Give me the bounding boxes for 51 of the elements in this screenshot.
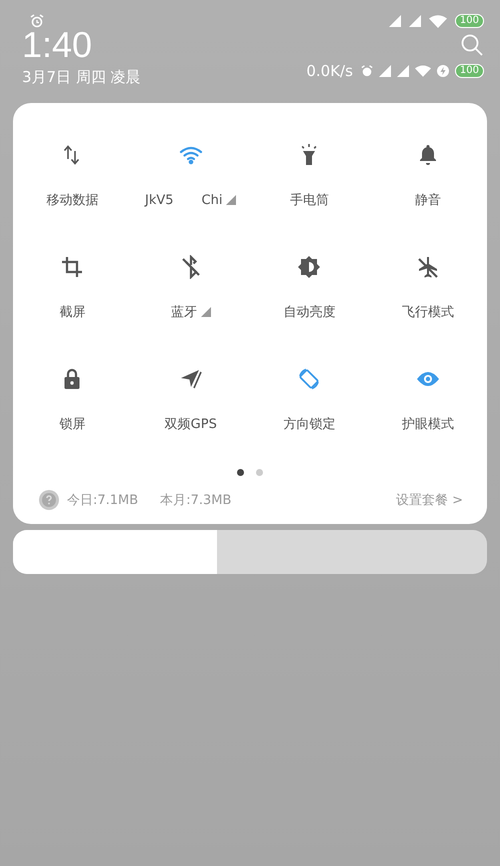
quick-toggle[interactable]: 护眼模式 xyxy=(368,367,487,433)
toggle-label: JkV5 xyxy=(145,192,174,208)
help-icon[interactable] xyxy=(39,490,59,510)
crop-icon xyxy=(60,255,84,279)
battery-indicator: 100 xyxy=(454,14,484,28)
toggle-label: 手电筒 xyxy=(290,192,329,209)
toggle-label: 蓝牙 xyxy=(170,304,197,321)
airplane-off-icon xyxy=(416,255,440,279)
date-text: 3月7日 周四 凌晨 xyxy=(22,68,141,87)
clock-time: 1:40 xyxy=(22,30,92,60)
alarm-icon xyxy=(30,14,44,28)
toggle-label: Chi xyxy=(202,192,222,208)
brightness-icon xyxy=(297,255,322,279)
signal-icon xyxy=(396,65,409,77)
signal-icon xyxy=(388,15,401,27)
signal-icon xyxy=(378,65,391,77)
quick-toggle[interactable]: JkV5 Chi xyxy=(132,143,250,209)
quick-toggle[interactable]: 飞行模式 xyxy=(368,255,487,321)
toggle-label: 静音 xyxy=(414,192,441,209)
quick-toggle[interactable]: 蓝牙 xyxy=(132,255,250,321)
wifi-icon xyxy=(414,65,431,77)
toggle-label: 截屏 xyxy=(59,304,86,321)
corner-triangle-icon xyxy=(226,195,236,205)
month-usage: 本月:7.3MB xyxy=(160,492,232,509)
wifi-icon xyxy=(428,14,447,28)
alarm-icon xyxy=(360,65,373,77)
brightness-slider[interactable] xyxy=(13,530,487,574)
quick-toggle[interactable]: 移动数据 xyxy=(13,143,132,209)
charging-icon xyxy=(436,65,449,77)
search-icon[interactable] xyxy=(460,33,484,57)
toggle-label: 移动数据 xyxy=(46,192,98,209)
toggle-label: 护眼模式 xyxy=(402,416,454,433)
toggle-label: 自动亮度 xyxy=(283,304,336,321)
signal-icon xyxy=(408,15,421,27)
toggle-label: 锁屏 xyxy=(59,416,86,433)
quick-toggle[interactable]: 方向锁定 xyxy=(250,367,368,433)
rotate-icon xyxy=(297,367,322,391)
quick-toggle[interactable]: 手电筒 xyxy=(250,143,368,209)
quick-toggle[interactable]: 锁屏 xyxy=(13,367,132,433)
quick-toggle[interactable]: 截屏 xyxy=(13,255,132,321)
network-speed: 0.0K/s xyxy=(306,62,353,80)
battery-indicator: 100 xyxy=(454,64,484,78)
corner-triangle-icon xyxy=(200,307,211,317)
navigation-icon xyxy=(178,367,203,391)
toggle-label: 方向锁定 xyxy=(283,416,336,433)
toggle-label: 双频GPS xyxy=(164,416,217,433)
toggle-label: 飞行模式 xyxy=(402,304,454,321)
quick-toggle[interactable]: 静音 xyxy=(368,143,487,209)
today-usage: 今日:7.1MB xyxy=(67,492,138,509)
quick-toggle[interactable]: 双频GPS xyxy=(132,367,250,433)
quick-toggle[interactable]: 自动亮度 xyxy=(250,255,368,321)
